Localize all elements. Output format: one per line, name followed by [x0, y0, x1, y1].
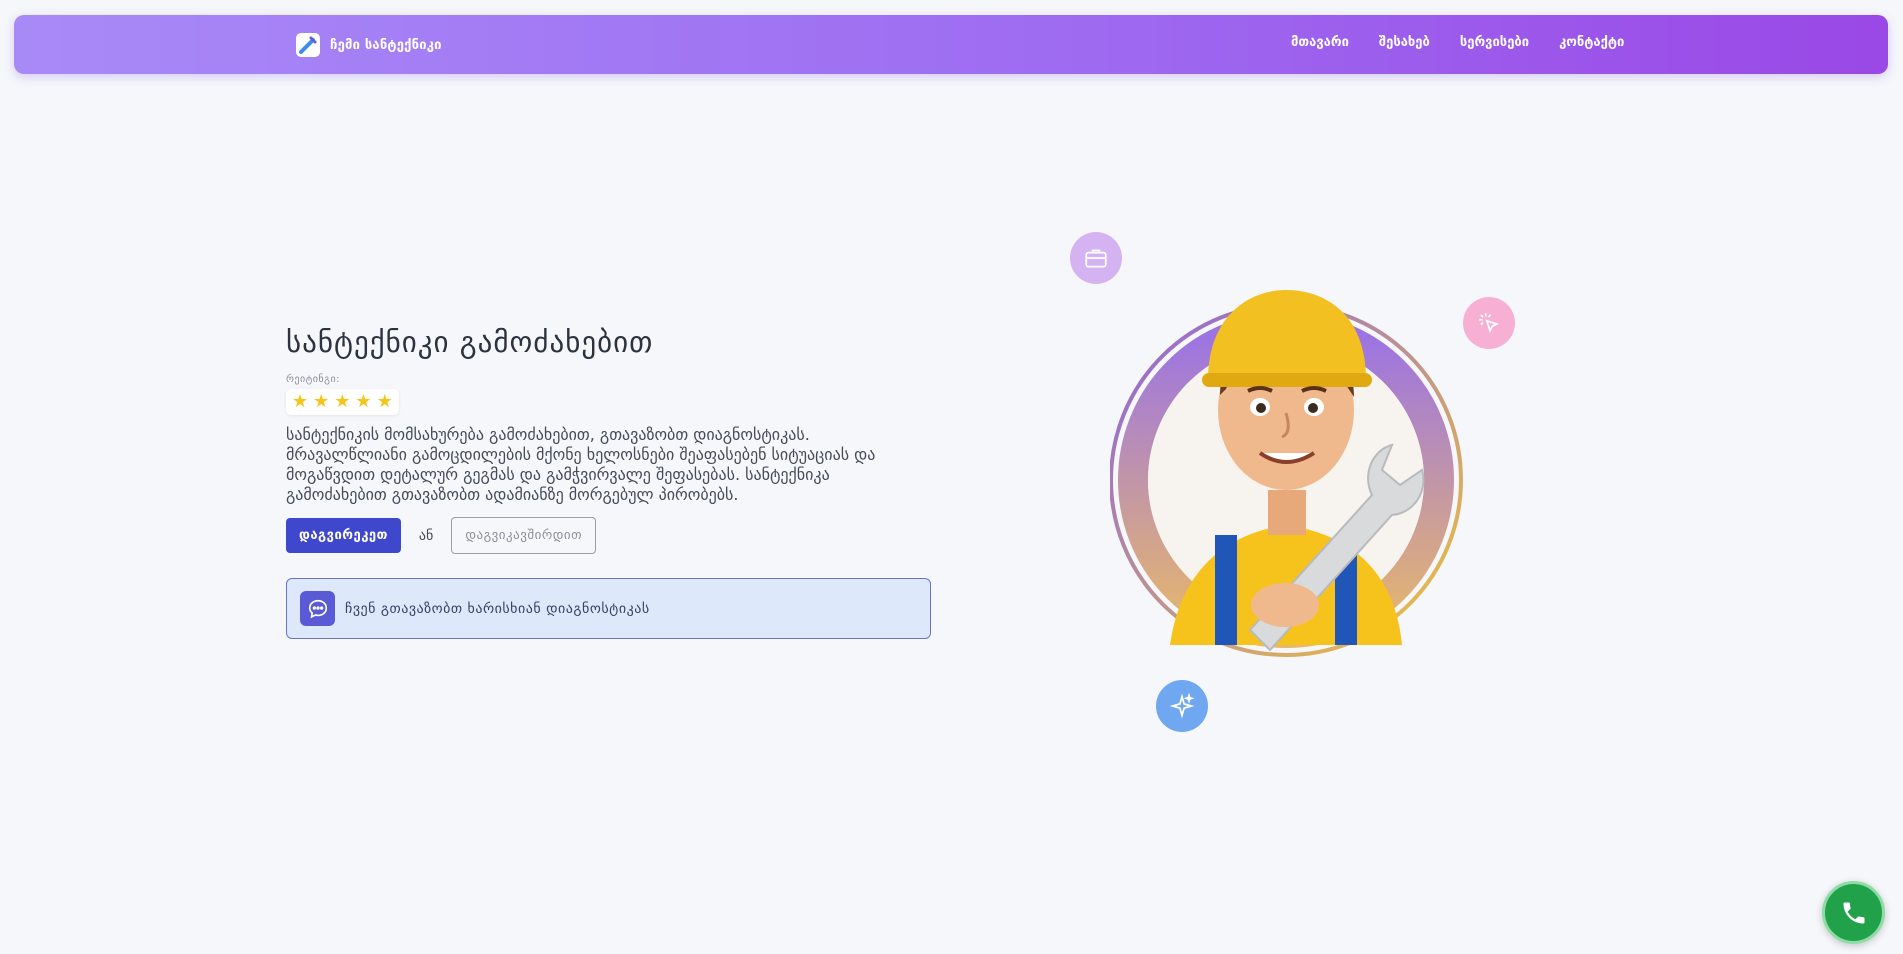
hero-actions: დაგვირეკეთ ან დაგვიკავშირდით — [286, 517, 931, 554]
nav-links: მთავარი შესახებ სერვისები კონტაქტი — [1291, 35, 1624, 50]
star-icon: ★ — [355, 391, 372, 412]
star-icon: ★ — [292, 391, 309, 412]
phone-call-button[interactable] — [1822, 881, 1885, 944]
star-icon: ★ — [376, 391, 393, 412]
hero-title: სანტექნიკი გამოძახებით — [286, 325, 654, 359]
rating-stars: ★ ★ ★ ★ ★ — [286, 389, 399, 415]
rating-label: რეიტინგი: — [286, 374, 341, 385]
plumber-illustration — [1109, 285, 1490, 665]
or-text: ან — [418, 527, 434, 544]
star-icon: ★ — [334, 391, 351, 412]
contact-us-button[interactable]: დაგვიკავშირდით — [451, 517, 596, 554]
hero-section: სანტექნიკი გამოძახებით რეიტინგი: ★ ★ ★ ★… — [286, 325, 931, 639]
wrench-logo-icon — [296, 33, 320, 57]
star-icon: ★ — [313, 391, 330, 412]
call-us-button[interactable]: დაგვირეკეთ — [286, 518, 401, 553]
sparkle-icon — [1156, 680, 1208, 732]
nav-link-about[interactable]: შესახებ — [1379, 35, 1430, 50]
hero-description: სანტექნიკის მომსახურება გამოძახებით, გთა… — [286, 425, 876, 504]
nav-link-contact[interactable]: კონტაქტი — [1559, 35, 1624, 50]
info-text: ჩვენ გთავაზობთ ხარისხიან დიაგნოსტიკას — [345, 600, 650, 617]
nav-link-home[interactable]: მთავარი — [1291, 35, 1349, 50]
brand-name: ჩემი სანტექნიკი — [330, 37, 442, 53]
phone-icon — [1843, 902, 1864, 923]
chat-bubble-icon — [300, 591, 335, 626]
briefcase-icon — [1070, 232, 1122, 284]
nav-link-services[interactable]: სერვისები — [1460, 35, 1529, 50]
diagnostics-info-box: ჩვენ გთავაზობთ ხარისხიან დიაგნოსტიკას — [286, 578, 931, 639]
top-navbar: ჩემი სანტექნიკი მთავარი შესახებ სერვისებ… — [14, 15, 1888, 74]
brand[interactable]: ჩემი სანტექნიკი — [296, 33, 442, 57]
